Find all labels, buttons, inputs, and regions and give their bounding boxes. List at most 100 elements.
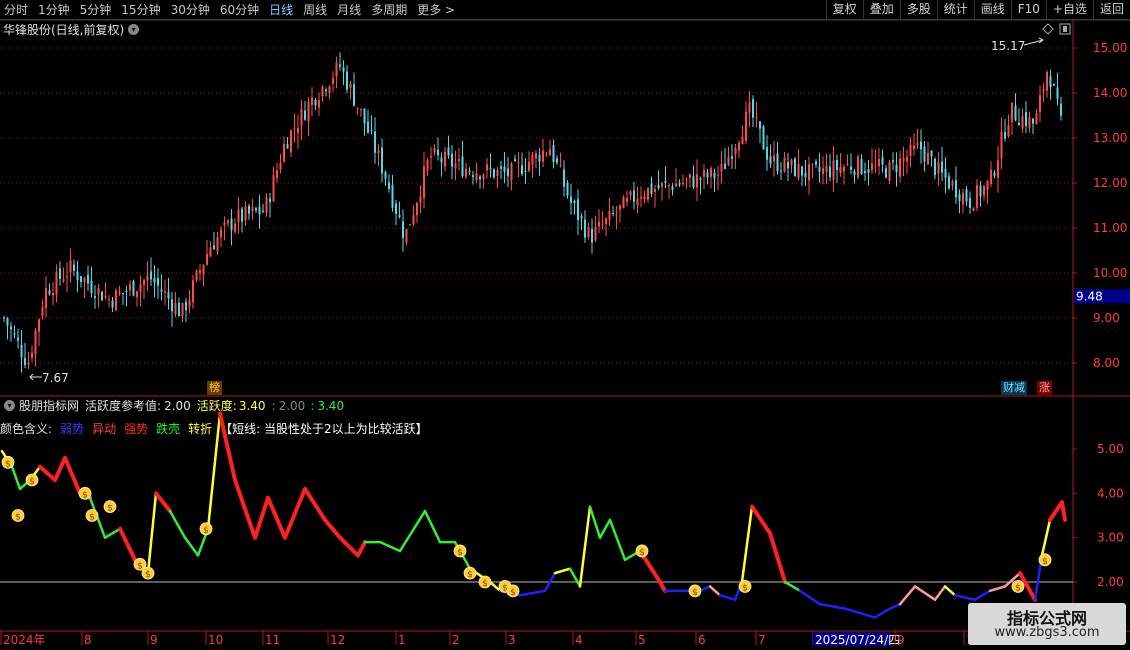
activity-line-segment	[708, 585, 722, 597]
candle-body	[188, 299, 191, 307]
watermark-logo: 指标公式网 www.zbgs3.com	[968, 603, 1126, 645]
activity-line-segment	[63, 455, 82, 496]
candle-body	[97, 287, 100, 295]
candle-body	[153, 277, 156, 283]
candle-body	[769, 156, 772, 164]
candle-body	[850, 166, 852, 170]
candle-body	[930, 150, 933, 157]
date-tick-label: 4	[575, 633, 583, 647]
candle-body	[139, 284, 142, 293]
candle-body	[262, 210, 264, 212]
price-tick-label: 11.00	[1093, 221, 1127, 235]
candle-body	[353, 84, 355, 106]
candle-body	[199, 270, 201, 273]
kline-chart[interactable]: 15.0014.0013.0012.0011.0010.009.008.009.…	[0, 0, 1130, 650]
candle-body	[73, 264, 75, 271]
candle-body	[258, 206, 261, 215]
candle-body	[741, 136, 744, 145]
money-bag-glyph: $	[1015, 583, 1021, 593]
candle-body	[559, 165, 562, 167]
candle-body	[983, 186, 985, 196]
candle-body	[727, 156, 730, 166]
candle-body	[104, 295, 107, 298]
candle-body	[1046, 72, 1048, 91]
candle-body	[314, 99, 317, 106]
candle-body	[304, 110, 306, 120]
candle-body	[384, 171, 387, 179]
bang-badge[interactable]: 榜	[207, 381, 222, 395]
candle-body	[272, 174, 275, 202]
candle-body	[321, 86, 324, 97]
candle-body	[174, 302, 177, 315]
candle-body	[773, 155, 775, 162]
candle-body	[45, 288, 47, 308]
candle-body	[818, 166, 821, 172]
candle-body	[703, 170, 705, 177]
candle-body	[479, 176, 481, 180]
candle-body	[409, 224, 411, 226]
candle-body	[90, 280, 93, 294]
zhang-badge[interactable]: 涨	[1037, 381, 1052, 395]
activity-line-segment	[588, 505, 602, 539]
candle-body	[759, 121, 761, 129]
candle-body	[342, 67, 345, 72]
candle-body	[979, 185, 982, 197]
activity-line-segment	[154, 491, 172, 514]
candle-body	[948, 176, 950, 189]
candle-body	[52, 292, 54, 296]
candle-body	[237, 209, 240, 223]
candle-body	[360, 108, 362, 110]
indicator-value-3: 3.40	[317, 398, 345, 413]
candle-body	[265, 197, 268, 214]
candle-body	[815, 161, 817, 165]
candle-body	[293, 128, 296, 130]
activity-line-segment	[183, 536, 200, 557]
candle-body	[10, 326, 12, 330]
candle-body	[692, 176, 695, 188]
candle-body	[629, 191, 632, 196]
activity-line-segment	[798, 589, 822, 606]
candle-body	[129, 284, 131, 291]
candle-body	[209, 247, 212, 257]
candle-body	[486, 164, 488, 171]
candle-body	[612, 213, 614, 215]
candle-body	[731, 156, 733, 159]
candle-body	[171, 299, 173, 312]
candle-body	[587, 226, 590, 237]
candle-body	[475, 173, 478, 181]
money-bag-glyph: $	[467, 570, 473, 580]
chevron-down-icon[interactable]: ▾	[4, 400, 15, 411]
activity-line-segment	[1048, 500, 1064, 522]
candle-body	[752, 99, 754, 118]
candle-body	[591, 228, 593, 243]
candle-body	[783, 157, 786, 172]
money-bag-glyph: $	[457, 548, 463, 558]
candle-body	[605, 218, 607, 225]
candle-body	[563, 169, 565, 187]
legend-item-3: 跌壳	[156, 422, 181, 436]
activity-line-segment	[423, 509, 442, 544]
candle-body	[27, 362, 30, 365]
caijian-badge[interactable]: 财减	[1001, 381, 1027, 395]
candle-body	[720, 163, 723, 172]
price-tick-label: 8.00	[1093, 356, 1120, 370]
candle-body	[458, 158, 460, 162]
activity-line-segment	[818, 602, 847, 610]
candle-body	[416, 203, 418, 216]
candle-body	[839, 167, 842, 174]
candle-body	[804, 172, 807, 178]
candle-body	[202, 265, 205, 275]
candle-body	[934, 159, 936, 176]
activity-line-segment	[568, 567, 582, 588]
candle-body	[843, 166, 845, 172]
candle-body	[433, 148, 436, 153]
candle-body	[62, 279, 65, 282]
candle-body	[381, 147, 383, 174]
candle-body	[164, 291, 166, 293]
candle-body	[1028, 116, 1031, 128]
high-arrow-icon	[1023, 37, 1044, 46]
candle-body	[661, 182, 663, 187]
candle-body	[402, 221, 404, 239]
candle-body	[626, 197, 628, 202]
candle-body	[412, 214, 415, 225]
